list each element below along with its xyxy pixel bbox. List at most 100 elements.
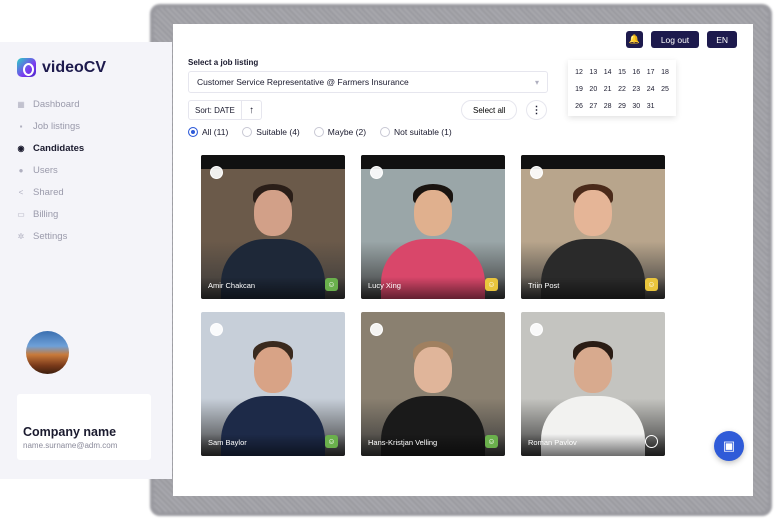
calendar-week: 19 20 21 22 23 24 25 (572, 81, 672, 98)
calendar-day[interactable]: 26 (572, 103, 586, 110)
company-name: Company name (23, 425, 117, 439)
candidate-card[interactable]: Hans-Kristjan Velling ☺ (361, 312, 505, 456)
more-options-button[interactable]: ⋮ (526, 100, 547, 120)
select-checkbox[interactable] (370, 323, 383, 336)
sidebar-item-label: Shared (33, 186, 64, 198)
app-name: videoCV (42, 58, 107, 76)
arrow-up-icon[interactable]: ↑ (241, 101, 261, 119)
candidate-face (574, 346, 612, 393)
candidate-face (254, 189, 292, 236)
radio-button[interactable] (313, 127, 324, 137)
filter-label: Maybe (2) (327, 127, 367, 137)
select-checkbox[interactable] (530, 166, 543, 179)
unrated-status-icon[interactable] (645, 435, 658, 448)
job-select[interactable]: Customer Service Representative @ Farmer… (188, 71, 548, 93)
gear-icon: ✲ (17, 231, 25, 241)
sidebar-item-users[interactable]: ● Users (17, 159, 84, 181)
sort-control[interactable]: Sort: DATE ↑ (188, 100, 262, 120)
candidate-card[interactable]: Triin Post ☺ (521, 155, 665, 299)
sidebar-item-job-listings[interactable]: ▪ Job listings (17, 115, 84, 137)
chat-icon: ▣ (722, 438, 736, 453)
maybe-status-icon[interactable]: ☺ (485, 278, 498, 291)
sidebar: videoCV ▦ Dashboard ▪ Job listings ◉ Can… (0, 42, 172, 479)
candidate-face (414, 346, 452, 393)
calendar-day[interactable]: 29 (615, 103, 629, 110)
calendar-day[interactable]: 28 (601, 103, 615, 110)
calendar-day[interactable]: 27 (586, 103, 600, 110)
calendar-day[interactable]: 19 (572, 86, 586, 93)
company-email: name.surname@adm.com (23, 441, 118, 450)
job-select-label: Select a job listing (188, 58, 259, 67)
calendar-day[interactable]: 12 (572, 69, 586, 76)
filter-label: All (11) (202, 127, 229, 137)
sidebar-item-settings[interactable]: ✲ Settings (17, 225, 84, 247)
filter-maybe[interactable]: Maybe (2) (313, 127, 367, 137)
sidebar-item-candidates[interactable]: ◉ Candidates (17, 137, 85, 159)
candidate-card[interactable]: Amir Chakcan ☺ (201, 155, 345, 299)
videocv-logo-icon (17, 58, 36, 77)
calendar-day[interactable]: 23 (629, 86, 643, 93)
calendar-day[interactable]: 21 (601, 86, 615, 93)
calendar-day[interactable]: 30 (629, 103, 643, 110)
app-logo[interactable]: videoCV (17, 58, 106, 77)
top-actions: 🔔 Log out EN (625, 31, 737, 48)
grid-icon: ▦ (17, 99, 25, 109)
calendar-day[interactable]: 18 (658, 69, 672, 76)
radio-button[interactable] (242, 127, 253, 137)
sidebar-nav: ▦ Dashboard ▪ Job listings ◉ Candidates … (17, 93, 84, 247)
sort-label: Sort: DATE (195, 105, 235, 115)
calendar-week: 26 27 28 29 30 31 (572, 98, 672, 115)
calendar-day[interactable]: 14 (601, 69, 615, 76)
select-checkbox[interactable] (210, 166, 223, 179)
sidebar-item-label: Dashboard (33, 98, 80, 110)
calendar-day[interactable]: 13 (586, 69, 600, 76)
eye-icon: ◉ (17, 143, 25, 153)
calendar-day[interactable]: 24 (644, 86, 658, 93)
chat-button[interactable]: ▣ (714, 431, 744, 461)
select-checkbox[interactable] (530, 323, 543, 336)
more-vertical-icon: ⋮ (531, 104, 542, 116)
calendar-day[interactable]: 15 (615, 69, 629, 76)
calendar-day[interactable]: 20 (586, 86, 600, 93)
candidate-card[interactable]: Lucy Xing ☺ (361, 155, 505, 299)
suitable-status-icon[interactable]: ☺ (485, 435, 498, 448)
company-card[interactable]: Company name name.surname@adm.com (17, 394, 151, 460)
logout-button[interactable]: Log out (650, 31, 700, 48)
sidebar-item-label: Billing (33, 208, 59, 220)
sidebar-item-shared[interactable]: < Shared (17, 181, 84, 203)
maybe-status-icon[interactable]: ☺ (645, 278, 658, 291)
candidate-face (254, 346, 292, 393)
status-filters: All (11) Suitable (4) Maybe (2) Not suit… (188, 127, 452, 137)
main-panel: 🔔 Log out EN Select a job listing Custom… (173, 24, 753, 496)
select-all-button[interactable]: Select all (461, 100, 518, 120)
calendar-day[interactable]: 16 (629, 69, 643, 76)
radio-button[interactable] (380, 127, 391, 137)
calendar-day[interactable]: 25 (658, 86, 672, 93)
filter-suitable[interactable]: Suitable (4) (242, 127, 300, 137)
notifications-button[interactable]: 🔔 (625, 31, 643, 48)
candidate-card[interactable]: Sam Baylor ☺ (201, 312, 345, 456)
select-checkbox[interactable] (210, 323, 223, 336)
filter-label: Suitable (4) (256, 127, 300, 137)
suitable-status-icon[interactable]: ☺ (325, 278, 338, 291)
filter-all[interactable]: All (11) (188, 127, 228, 137)
share-icon: < (18, 187, 24, 197)
candidate-name: Roman Pavlov (528, 438, 577, 447)
candidate-name: Sam Baylor (208, 438, 247, 447)
sidebar-item-label: Job listings (33, 120, 80, 132)
sidebar-item-dashboard[interactable]: ▦ Dashboard (17, 93, 84, 115)
radio-button[interactable] (188, 127, 198, 137)
suitable-status-icon[interactable]: ☺ (325, 435, 338, 448)
sidebar-item-label: Users (33, 164, 58, 176)
calendar-day[interactable]: 31 (644, 103, 658, 110)
select-checkbox[interactable] (370, 166, 383, 179)
candidate-name: Hans-Kristjan Velling (368, 438, 438, 447)
language-button[interactable]: EN (707, 31, 737, 48)
company-avatar[interactable] (26, 331, 69, 374)
candidate-card[interactable]: Roman Pavlov (521, 312, 665, 456)
calendar-day[interactable]: 22 (615, 86, 629, 93)
sidebar-item-billing[interactable]: ▭ Billing (17, 203, 84, 225)
calendar-day[interactable]: 17 (644, 69, 658, 76)
filter-not-suitable[interactable]: Not suitable (1) (380, 127, 452, 137)
candidate-name: Amir Chakcan (208, 281, 256, 290)
